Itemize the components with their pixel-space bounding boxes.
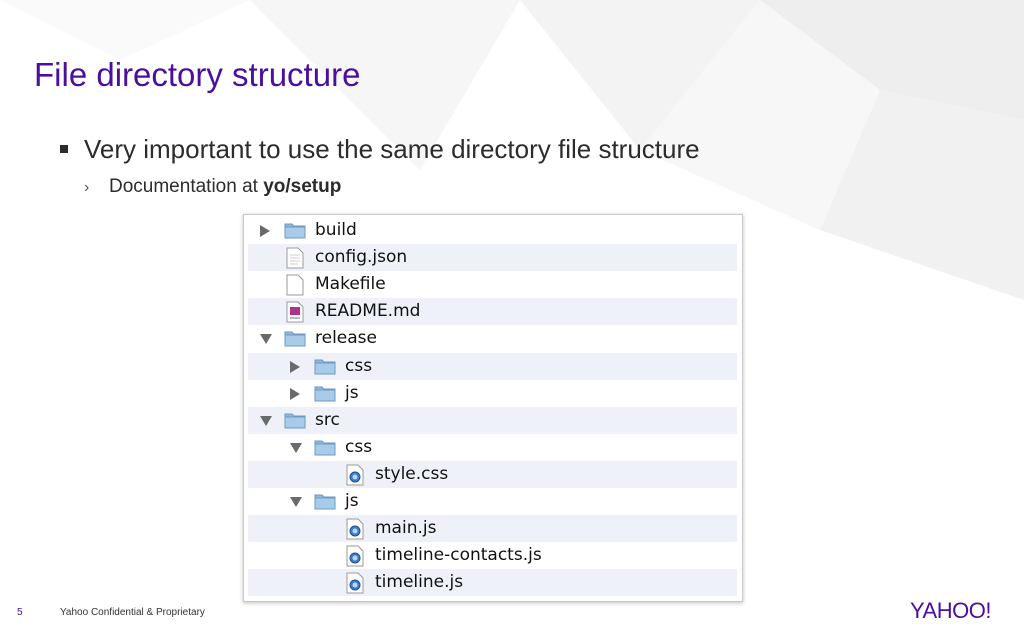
file-name: build	[315, 220, 357, 240]
folder-icon	[284, 328, 306, 353]
file-name: README.md	[315, 301, 421, 322]
file-name: config.json	[315, 247, 408, 268]
folder-icon	[284, 220, 306, 245]
web-file-icon	[346, 464, 364, 491]
web-file-icon	[346, 518, 364, 545]
file-name: css	[345, 355, 373, 376]
disclosure-collapsed-icon[interactable]	[290, 360, 300, 373]
page-number: 5	[17, 607, 23, 618]
folder-row[interactable]: release	[248, 325, 737, 352]
disclosure-expanded-icon[interactable]	[260, 415, 272, 426]
disclosure-collapsed-icon[interactable]	[290, 387, 300, 400]
disclosure-collapsed-icon[interactable]	[260, 225, 270, 237]
folder-icon	[314, 356, 336, 381]
file-name: js	[345, 491, 359, 511]
finder-file-list[interactable]: build config.json Makefile README.md release…	[243, 214, 743, 602]
file-name: js	[345, 382, 359, 403]
web-file-icon	[346, 545, 364, 572]
bullet-main-text: Very important to use the same directory…	[84, 134, 700, 164]
disclosure-expanded-icon[interactable]	[260, 334, 272, 345]
folder-icon	[314, 383, 336, 408]
file-name: main.js	[375, 518, 437, 539]
folder-icon	[314, 491, 336, 516]
file-name: style.css	[375, 463, 449, 484]
chevron-right-icon: ›	[84, 179, 90, 196]
file-row[interactable]: style.css	[248, 460, 737, 491]
bullet-sub-prefix: Documentation at	[109, 176, 264, 197]
yahoo-logo: YAHOO!	[910, 598, 991, 623]
file-name: src	[315, 409, 340, 430]
web-file-icon	[346, 572, 364, 599]
confidential-notice: Yahoo Confidential & Proprietary	[60, 607, 205, 618]
markdown-file-icon	[286, 301, 304, 328]
file-name: Makefile	[315, 274, 386, 295]
file-row[interactable]: README.md	[248, 298, 737, 328]
disclosure-expanded-icon[interactable]	[290, 497, 302, 507]
slide-title: File directory structure	[34, 56, 361, 93]
file-row[interactable]: config.json	[248, 244, 737, 274]
blank-file-icon	[286, 274, 304, 301]
folder-row[interactable]: src	[248, 406, 737, 435]
file-row[interactable]: timeline-contacts.js	[248, 542, 737, 569]
file-name: release	[315, 328, 377, 349]
square-bullet-icon	[60, 145, 68, 153]
bullet-sub-text: Documentation at yo/setup	[109, 176, 341, 198]
folder-row[interactable]: css	[248, 352, 737, 381]
setup-link-text: yo/setup	[263, 176, 342, 197]
file-name: timeline.js	[375, 572, 464, 593]
text-file-icon	[286, 247, 304, 274]
disclosure-expanded-icon[interactable]	[290, 442, 302, 453]
file-row[interactable]: Makefile	[248, 271, 737, 298]
folder-row[interactable]: js	[248, 488, 737, 515]
folder-row[interactable]: js	[248, 380, 737, 407]
file-row[interactable]: main.js	[248, 515, 737, 545]
file-name: timeline-contacts.js	[375, 545, 542, 566]
folder-row[interactable]: build	[248, 217, 737, 244]
folder-icon	[284, 410, 306, 435]
folder-icon	[314, 437, 336, 462]
file-row[interactable]: timeline.js	[248, 569, 737, 599]
folder-row[interactable]: css	[248, 434, 737, 461]
file-name: css	[345, 436, 373, 457]
